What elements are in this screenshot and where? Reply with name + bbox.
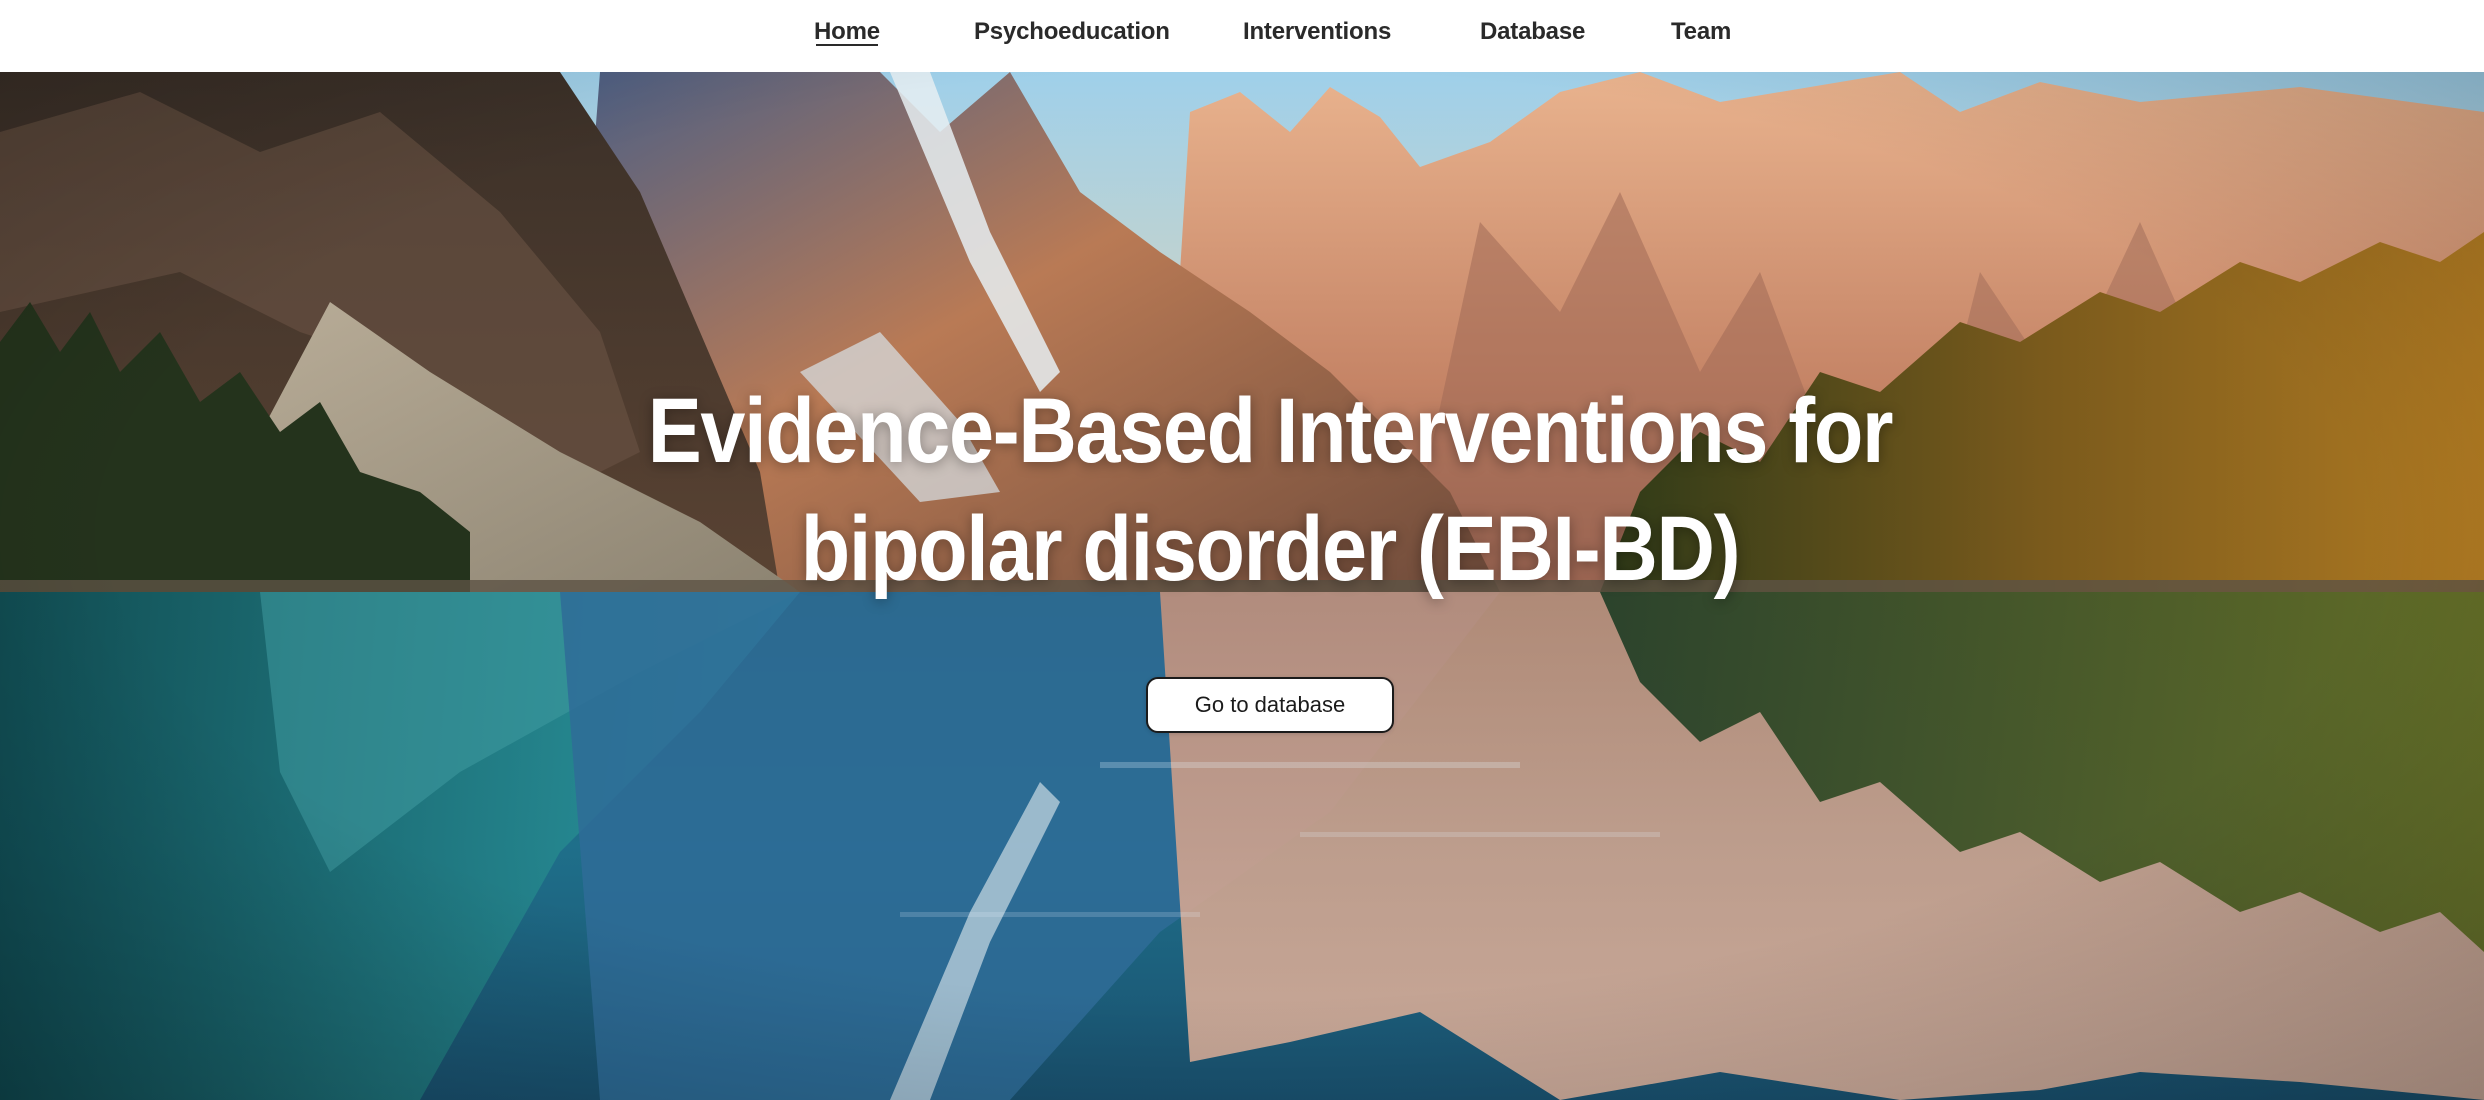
- nav-home-link[interactable]: Home: [814, 0, 880, 66]
- hero-section: Evidence-Based Interventions for bipolar…: [0, 72, 2484, 1100]
- nav-interventions-link[interactable]: Interventions: [1243, 0, 1391, 66]
- nav-database-link[interactable]: Database: [1480, 0, 1585, 66]
- nav-psychoeducation-link[interactable]: Psychoeducation: [974, 0, 1170, 66]
- hero-title-line-2: bipolar disorder (EBI-BD): [800, 498, 1741, 600]
- hero-title: Evidence-Based Interventions for bipolar…: [541, 372, 1998, 608]
- page: Home Psychoeducation Interventions Datab…: [0, 0, 2484, 1100]
- hero-title-line-1: Evidence-Based Interventions for: [647, 380, 1894, 482]
- nav-team-link[interactable]: Team: [1671, 0, 1731, 66]
- top-navigation: Home Psychoeducation Interventions Datab…: [0, 0, 2484, 72]
- go-to-database-button[interactable]: Go to database: [1146, 677, 1394, 733]
